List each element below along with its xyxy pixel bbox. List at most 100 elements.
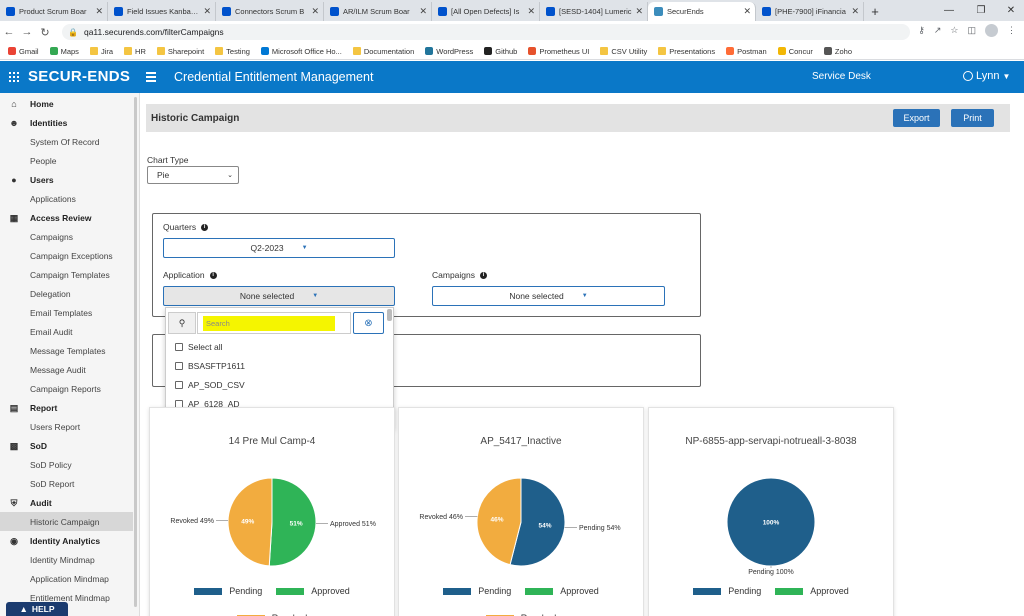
menu-toggle-icon[interactable]: [146, 72, 156, 84]
key-icon[interactable]: ⚷: [918, 25, 925, 36]
service-desk-link[interactable]: Service Desk: [812, 71, 871, 82]
sidebar-item-message-audit[interactable]: Message Audit: [0, 360, 139, 379]
sidebar-item-sod[interactable]: ▩ SoD: [0, 436, 139, 455]
browser-tab[interactable]: [SESD-1404] Lumeric ✕: [540, 2, 648, 21]
sidebar-item-campaign-exceptions[interactable]: Campaign Exceptions: [0, 246, 139, 265]
sidebar-item-access-review[interactable]: ▦ Access Review: [0, 208, 139, 227]
legend-item[interactable]: Pending: [693, 586, 761, 596]
sidebar-item-historic-campaign[interactable]: Historic Campaign: [0, 512, 133, 531]
more-menu-icon[interactable]: ⋮: [1007, 25, 1016, 36]
browser-tab[interactable]: Product Scrum Boar ✕: [0, 2, 108, 21]
profile-icon[interactable]: [985, 24, 998, 37]
bookmark-item[interactable]: Jira: [89, 47, 113, 56]
checkbox[interactable]: [175, 362, 183, 370]
sidebar-item-sod-report[interactable]: SoD Report: [0, 474, 139, 493]
sidebar-item-system-of-record[interactable]: System Of Record: [0, 132, 139, 151]
share-icon[interactable]: ↗: [934, 25, 942, 36]
sidebar-item-applications[interactable]: Applications: [0, 189, 139, 208]
sidebar-scrollbar[interactable]: [134, 97, 137, 607]
sidebar-item-campaigns[interactable]: Campaigns: [0, 227, 139, 246]
sidebar-item-message-templates[interactable]: Message Templates: [0, 341, 139, 360]
sidebar-item-users[interactable]: ● Users: [0, 170, 139, 189]
sidepanel-icon[interactable]: ◫: [967, 25, 976, 36]
back-icon[interactable]: ←: [0, 26, 18, 38]
bookmark-item[interactable]: CSV Utility: [600, 47, 647, 56]
bookmark-item[interactable]: Presentations: [658, 47, 715, 56]
sidebar-item-home[interactable]: ⌂ Home: [0, 94, 139, 113]
legend-item[interactable]: Pending: [194, 586, 262, 596]
sidebar-item-audit[interactable]: ⛨ Audit: [0, 493, 139, 512]
close-window-button[interactable]: ✕: [996, 0, 1024, 20]
browser-tab[interactable]: SecurEnds ✕: [648, 2, 756, 21]
close-icon[interactable]: ✕: [311, 6, 319, 17]
sidebar-item-campaign-templates[interactable]: Campaign Templates: [0, 265, 139, 284]
application-option[interactable]: AP_SOD_CSV: [175, 380, 245, 390]
print-button[interactable]: Print: [951, 109, 994, 127]
sidebar-item-sod-policy[interactable]: SoD Policy: [0, 455, 139, 474]
close-icon[interactable]: ✕: [527, 6, 535, 17]
legend-item[interactable]: Approved: [525, 586, 599, 596]
info-icon[interactable]: i: [209, 271, 217, 279]
sidebar-item-users-report[interactable]: Users Report: [0, 417, 139, 436]
bookmark-item[interactable]: Gmail: [8, 47, 39, 56]
browser-tab[interactable]: Connectors Scrum B ✕: [216, 2, 324, 21]
url-field[interactable]: 🔒 qa11.securends.com/filterCampaigns: [62, 24, 910, 40]
search-input[interactable]: Search: [197, 312, 351, 334]
quarters-multiselect[interactable]: Q2-2023 ▼: [163, 238, 395, 258]
clear-search-button[interactable]: ⊗: [353, 312, 384, 334]
sidebar-item-identity-analytics[interactable]: ◉ Identity Analytics: [0, 531, 139, 550]
sidebar-item-email-audit[interactable]: Email Audit: [0, 322, 139, 341]
checkbox[interactable]: [175, 381, 183, 389]
user-menu[interactable]: Lynn ▼: [963, 70, 1010, 82]
close-icon[interactable]: ✕: [635, 6, 643, 17]
apps-grid-icon[interactable]: [9, 72, 19, 82]
help-button[interactable]: ▲ HELP: [6, 602, 68, 616]
bookmark-item[interactable]: Testing: [215, 47, 250, 56]
info-icon[interactable]: i: [201, 223, 209, 231]
brand-logo[interactable]: SECUR-ENDS: [28, 68, 130, 85]
close-icon[interactable]: ✕: [851, 6, 859, 17]
new-tab-button[interactable]: +: [864, 2, 886, 21]
close-icon[interactable]: ✕: [743, 6, 751, 17]
bookmark-item[interactable]: Microsoft Office Ho...: [260, 47, 342, 56]
reload-icon[interactable]: ↻: [36, 26, 54, 39]
bookmark-item[interactable]: Concur: [777, 47, 813, 56]
application-option[interactable]: BSASFTP1611: [175, 361, 245, 371]
bookmark-item[interactable]: HR: [124, 47, 146, 56]
info-icon[interactable]: i: [480, 271, 487, 279]
sidebar-item-delegation[interactable]: Delegation: [0, 284, 139, 303]
bookmark-item[interactable]: Github: [484, 47, 517, 56]
sidebar-item-identity-mindmap[interactable]: Identity Mindmap: [0, 550, 139, 569]
bookmark-item[interactable]: Documentation: [352, 47, 414, 56]
star-icon[interactable]: ☆: [950, 25, 958, 36]
export-button[interactable]: Export: [893, 109, 940, 127]
restore-window-button[interactable]: ❐: [966, 0, 996, 20]
chart-type-select[interactable]: Pie ⌄: [147, 166, 239, 184]
forward-icon[interactable]: →: [18, 26, 36, 38]
browser-tab[interactable]: Field Issues Kanban B ✕: [108, 2, 216, 21]
browser-tab[interactable]: [PHE-7900] iFinancia ✕: [756, 2, 864, 21]
sidebar-item-campaign-reports[interactable]: Campaign Reports: [0, 379, 139, 398]
sidebar-item-email-templates[interactable]: Email Templates: [0, 303, 139, 322]
bookmark-item[interactable]: WordPress: [425, 47, 473, 56]
dropdown-vertical-scrollbar[interactable]: [387, 309, 392, 321]
select-all-option[interactable]: Select all: [175, 342, 223, 352]
browser-tab[interactable]: AR/ILM Scrum Boar ✕: [324, 2, 432, 21]
sidebar-item-report[interactable]: ▤ Report: [0, 398, 139, 417]
close-icon[interactable]: ✕: [419, 6, 427, 17]
bookmark-item[interactable]: Postman: [726, 47, 767, 56]
bookmark-item[interactable]: Prometheus UI: [528, 47, 589, 56]
legend-item[interactable]: Approved: [276, 586, 350, 596]
campaigns-multiselect[interactable]: None selected ▼: [432, 286, 665, 306]
legend-item[interactable]: Approved: [775, 586, 849, 596]
sidebar-item-identities[interactable]: ☻ Identities: [0, 113, 139, 132]
close-icon[interactable]: ✕: [203, 6, 211, 17]
browser-tab[interactable]: [All Open Defects] Is ✕: [432, 2, 540, 21]
checkbox[interactable]: [175, 343, 183, 351]
bookmark-item[interactable]: Maps: [49, 47, 79, 56]
bookmark-item[interactable]: Zoho: [823, 47, 852, 56]
sidebar-item-application-mindmap[interactable]: Application Mindmap: [0, 569, 139, 588]
sidebar-item-people[interactable]: People: [0, 151, 139, 170]
application-multiselect[interactable]: None selected ▼: [163, 286, 395, 306]
legend-item[interactable]: Pending: [443, 586, 511, 596]
